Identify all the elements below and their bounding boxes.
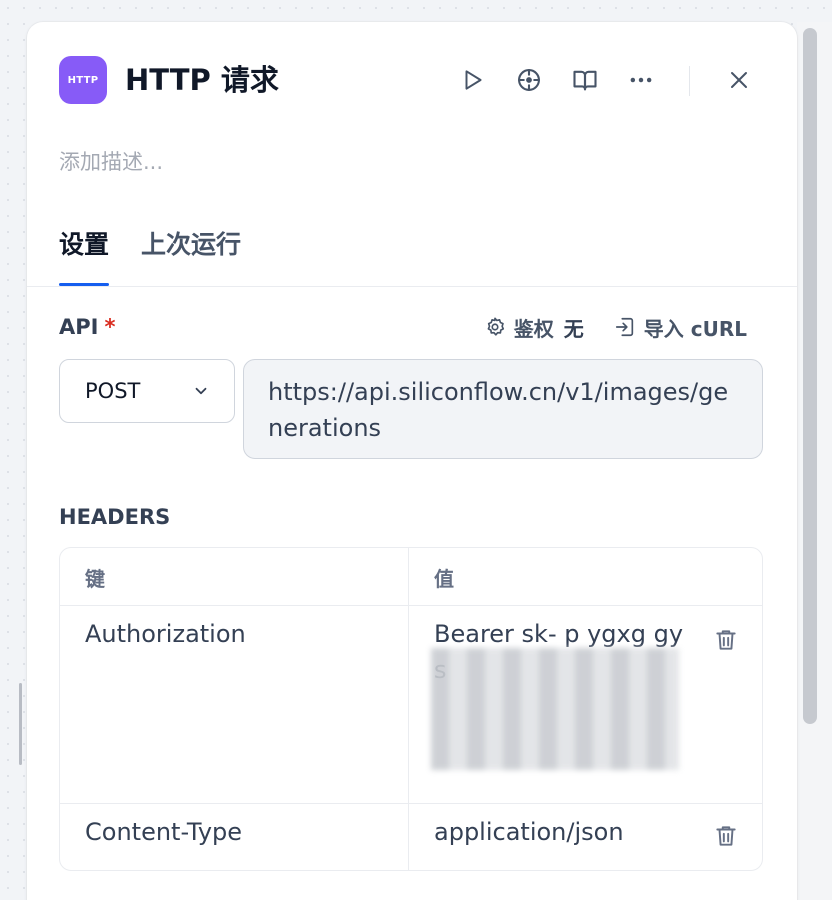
header-key-cell[interactable]: Authorization [60, 606, 409, 803]
auth-value: 无 [563, 316, 584, 341]
column-header-value: 值 [434, 567, 454, 591]
panel-scrollbar-thumb[interactable] [803, 28, 817, 724]
required-mark: * [104, 315, 116, 339]
table-row: Authorization Bearer sk- p ygxg gys [60, 606, 762, 804]
delete-row-button[interactable] [710, 820, 742, 852]
more-options-button[interactable] [625, 64, 657, 96]
trash-icon [716, 630, 736, 650]
api-actions: 鉴权 无 导入 cURL [484, 310, 747, 344]
tab-settings[interactable]: 设置 [59, 226, 110, 286]
gear-icon [487, 317, 504, 336]
import-icon [615, 317, 633, 337]
import-curl-button[interactable]: 导入 cURL [614, 313, 747, 342]
more-icon [630, 77, 652, 83]
http-node-icon: HTTP [59, 56, 107, 104]
run-node-button[interactable] [457, 64, 489, 96]
column-header-key: 键 [60, 548, 409, 605]
header-key-text: Content-Type [85, 818, 243, 846]
header-value-cell[interactable]: application/json [409, 804, 762, 870]
panel-resize-handle[interactable] [19, 683, 22, 765]
auth-label: 鉴权 [513, 316, 554, 341]
node-icon-label: HTTP [67, 74, 99, 86]
trash-icon [716, 826, 736, 846]
locate-icon [518, 69, 540, 91]
play-icon [465, 70, 482, 90]
headers-section-label: HEADERS [59, 505, 171, 529]
table-row: Content-Type application/json [60, 804, 762, 870]
api-label-text: API [59, 315, 99, 339]
header-key-cell[interactable]: Content-Type [60, 804, 409, 870]
panel-tabs: 设置 上次运行 [59, 226, 241, 286]
api-field-label: API * [59, 310, 115, 344]
close-icon [731, 72, 747, 88]
import-curl-label: 导入 cURL [643, 316, 747, 341]
node-title[interactable]: HTTP 请求 [125, 60, 279, 100]
api-url-input[interactable]: https://api.siliconflow.cn/v1/images/gen… [243, 359, 763, 459]
description-input[interactable]: 添加描述... [59, 146, 163, 178]
http-method-value: POST [85, 379, 141, 403]
docs-button[interactable] [569, 64, 601, 96]
close-panel-button[interactable] [723, 64, 755, 96]
delete-row-button[interactable] [710, 624, 742, 656]
node-settings-panel: HTTP HTTP 请求 添加描述... 设置 上次运行 API * 鉴权 无 导… [27, 22, 797, 900]
tabs-divider [27, 286, 797, 287]
http-method-select[interactable]: POST [59, 359, 235, 423]
tab-last-run[interactable]: 上次运行 [141, 226, 241, 286]
headers-table: 键 值 Authorization Bearer sk- p ygxg gys [59, 547, 763, 871]
table-header-row: 键 值 [60, 548, 762, 606]
locate-node-button[interactable] [513, 64, 545, 96]
authorization-button[interactable]: 鉴权 无 [484, 313, 584, 342]
header-value-cell[interactable]: Bearer sk- p ygxg gys [409, 606, 762, 803]
chevron-down-icon [195, 387, 207, 395]
book-open-icon [573, 70, 597, 91]
header-key-text: Authorization [85, 620, 246, 648]
header-divider [689, 66, 690, 96]
